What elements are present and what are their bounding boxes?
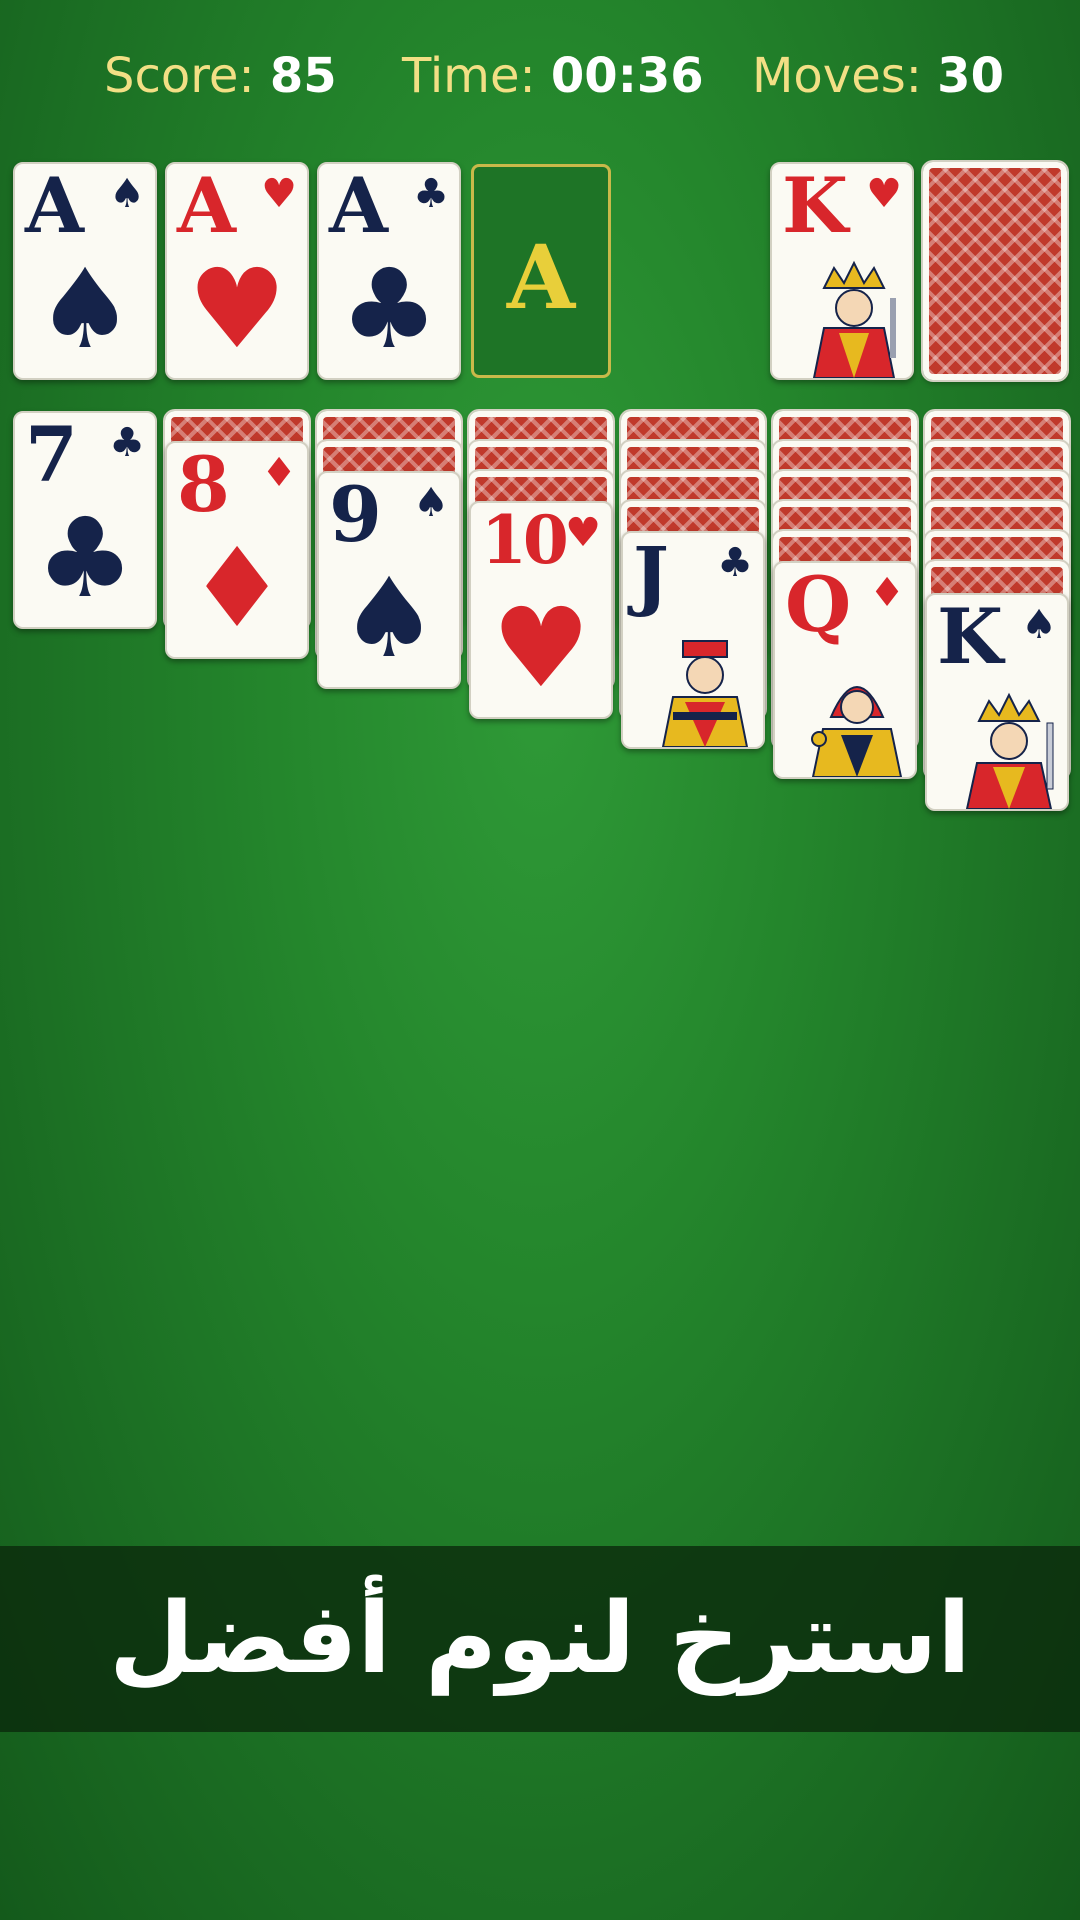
waste-pile[interactable]: K ♥ [770,162,914,380]
foundation-pile-3[interactable]: A ♣ ♣ [317,162,461,380]
promo-banner-text: استرخ لنوم أفضل [109,1582,971,1696]
foundation-pile-1[interactable]: A ♠ ♠ [13,162,157,380]
foundation-pile-4-empty[interactable]: A [471,164,611,378]
foundation-placeholder-label: A [506,225,576,329]
heart-icon: ♥ [491,584,591,712]
tableau-column-6-top-card[interactable]: Q ♦ [773,561,917,779]
diamond-icon: ♦ [869,570,905,616]
card-rank: 7 [25,411,78,499]
card-rank: 9 [329,471,382,559]
card-rank: A [25,162,84,250]
club-icon: ♣ [109,420,145,466]
score-display: Score: 85 [104,48,337,104]
tableau-column-5-top-card[interactable]: J ♣ [621,531,765,749]
heart-icon: ♥ [866,171,902,217]
club-icon: ♣ [413,171,449,217]
tableau-column-2-top-card[interactable]: 8 ♦ ♦ [165,441,309,659]
heart-icon: ♥ [187,245,287,373]
card-rank: K [937,593,1004,681]
card-rank: 8 [177,441,230,529]
time-value: 00:36 [550,48,704,104]
tableau-column-3-top-card[interactable]: 9 ♠ ♠ [317,471,461,689]
moves-label: Moves: [752,48,922,104]
hud-bar: Score: 85 Time: 00:36 Moves: 30 [0,48,1080,118]
heart-icon: ♥ [261,171,297,217]
card-rank: A [177,162,236,250]
diamond-icon: ♦ [187,524,287,652]
score-value: 85 [269,48,337,104]
tableau-column-7-top-card[interactable]: K ♠ [925,593,1069,811]
foundation-pile-2[interactable]: A ♥ ♥ [165,162,309,380]
spade-icon: ♠ [109,171,145,217]
moves-value: 30 [937,48,1004,104]
card-rank: Q [785,561,852,649]
stock-pile[interactable] [921,160,1069,382]
time-label: Time: [402,48,536,104]
king-figure-icon [812,260,896,378]
diamond-icon: ♦ [261,450,297,496]
club-icon: ♣ [339,245,439,373]
card-rank: K [782,162,849,250]
spade-icon: ♠ [339,554,439,682]
jack-figure-icon [661,640,749,747]
spade-icon: ♠ [1021,602,1057,648]
tableau-column-4-top-card[interactable]: 10 ♥ ♥ [469,501,613,719]
tableau-column-1-top-card[interactable]: 7 ♣ ♣ [13,411,157,629]
club-icon: ♣ [717,540,753,586]
heart-icon: ♥ [565,510,601,556]
spade-icon: ♠ [35,245,135,373]
king-figure-icon [965,692,1054,809]
card-rank: A [329,162,388,250]
moves-display: Moves: 30 [752,48,1004,104]
club-icon: ♣ [35,494,135,622]
card-rank: 10 [481,501,569,579]
promo-banner: استرخ لنوم أفضل [0,1546,1080,1732]
card-rank: J [633,531,669,619]
time-display: Time: 00:36 [402,48,704,104]
spade-icon: ♠ [413,480,449,526]
queen-figure-icon [811,686,903,777]
score-label: Score: [104,48,255,104]
